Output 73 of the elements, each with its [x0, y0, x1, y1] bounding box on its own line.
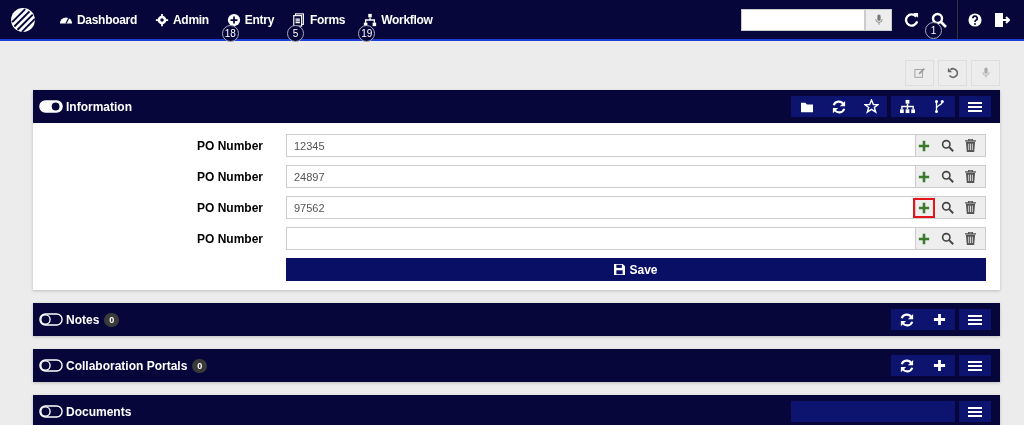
refresh-icon[interactable]: [904, 12, 919, 27]
menu-icon: [968, 405, 982, 418]
nav-link[interactable]: Dashboard: [58, 12, 137, 27]
toggle-switch[interactable]: [39, 313, 63, 326]
menu-icon: [968, 100, 982, 113]
count-badge: 1: [925, 21, 942, 39]
folder-icon: [800, 100, 814, 113]
trash-icon: [965, 170, 976, 183]
panel-header[interactable]: Notes 0: [33, 303, 1000, 336]
refresh-icon: [900, 358, 914, 373]
plus-icon: [932, 359, 946, 372]
save-button[interactable]: Save: [286, 258, 986, 281]
panel-title: Notes: [66, 312, 100, 327]
refresh-icon: [900, 312, 914, 327]
trash-icon: [965, 232, 976, 245]
hierarchy-icon: [899, 99, 915, 114]
count-badge: 0: [192, 358, 208, 373]
help-icon[interactable]: [968, 12, 982, 27]
field-label: PO Number: [196, 169, 264, 184]
plus-icon: [918, 170, 930, 183]
gear-icon: [154, 12, 170, 27]
search-field[interactable]: [741, 8, 865, 31]
panel-title: Collaboration Portals: [66, 358, 188, 373]
trash-icon: [965, 201, 976, 214]
plus-icon: [918, 201, 930, 214]
search-icon: [941, 139, 954, 152]
documents-icon: [291, 12, 307, 27]
nav-link[interactable]: Admin: [154, 12, 209, 27]
undo-button[interactable]: [938, 60, 967, 86]
panel-header[interactable]: Documents: [33, 395, 1000, 425]
microphone-button[interactable]: [865, 8, 892, 31]
count-badge: 18: [221, 24, 239, 42]
input-field[interactable]: 24897: [286, 165, 916, 188]
nav-link[interactable]: Entry: [225, 12, 274, 27]
count-badge: 0: [104, 312, 120, 327]
search-icon: [941, 170, 954, 183]
input-field[interactable]: [286, 227, 916, 250]
logout-icon[interactable]: [994, 11, 1010, 28]
search-icon: [941, 232, 954, 245]
search-icon: [941, 201, 954, 214]
plus-icon: [918, 232, 930, 245]
panel-header[interactable]: Collaboration Portals 0: [33, 349, 1000, 382]
refresh-icon: [832, 99, 846, 114]
input-field[interactable]: 97562: [286, 196, 916, 219]
plus-circle-icon: [225, 12, 242, 27]
search-icon[interactable]: [931, 11, 947, 28]
trash-icon: [965, 139, 976, 152]
panel-title: Documents: [66, 404, 132, 419]
toggle-switch[interactable]: [39, 100, 63, 113]
star-icon: [863, 99, 879, 114]
field-label: PO Number: [196, 231, 264, 246]
field-label: PO Number: [196, 200, 264, 215]
nav-link[interactable]: Forms: [291, 12, 346, 27]
menu-icon: [968, 313, 982, 326]
panel-title: Information: [66, 99, 132, 114]
field-label: PO Number: [196, 138, 264, 153]
toggle-switch[interactable]: [39, 405, 63, 418]
hierarchy-icon: [362, 12, 379, 27]
branch-icon: [934, 99, 944, 114]
logo-icon[interactable]: [10, 6, 36, 33]
plus-icon: [918, 139, 930, 152]
microphone-icon: [874, 13, 883, 26]
nav-link[interactable]: Workflow: [362, 12, 433, 27]
microphone-icon: [981, 67, 990, 79]
count-badge: 5: [287, 24, 304, 42]
edit-icon: [913, 67, 926, 79]
count-badge: 19: [358, 24, 376, 42]
undo-icon: [946, 67, 959, 79]
input-field[interactable]: 12345: [286, 134, 916, 157]
toggle-switch[interactable]: [39, 359, 63, 372]
plus-icon: [932, 313, 946, 326]
menu-icon: [968, 359, 982, 372]
panel-header[interactable]: Information: [33, 90, 1000, 123]
